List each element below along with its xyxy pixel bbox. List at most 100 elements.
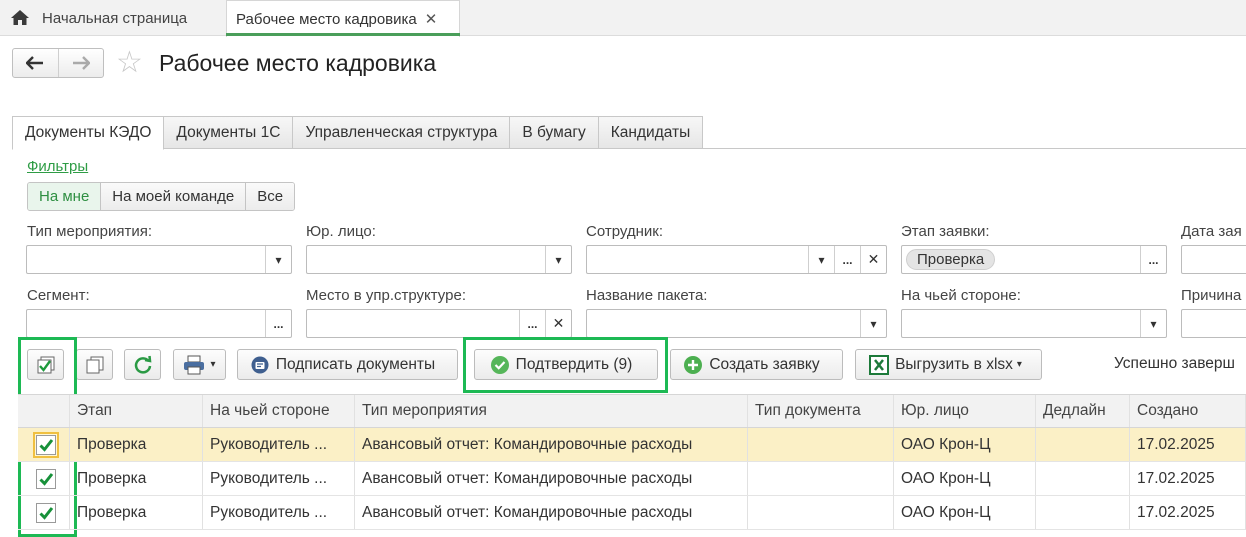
package-name-field[interactable]: ▾ [586,309,887,338]
row-checkbox-cell [18,462,70,495]
cell-event-type: Авансовый отчет: Командировочные расходы [355,496,748,529]
tab-hr-workplace-label: Рабочее место кадровика [236,10,417,28]
cell-whose-side: Руководитель ... [203,496,355,529]
table-row[interactable]: Проверка Руководитель ... Авансовый отче… [18,462,1246,496]
back-arrow-icon[interactable] [13,49,58,77]
cell-legal-entity: ОАО Крон-Ц [894,496,1036,529]
scope-mine[interactable]: На мне [28,183,101,210]
dropdown-arrow-icon[interactable]: ▾ [265,246,291,273]
tab-management-structure[interactable]: Управленческая структура [293,116,511,149]
dropdown-arrow-icon[interactable]: ▾ [1140,310,1166,337]
table-row[interactable]: Проверка Руководитель ... Авансовый отче… [18,428,1246,462]
segment-field[interactable]: ... [26,309,292,338]
row-checkbox-cell [18,496,70,529]
cell-stage: Проверка [70,462,203,495]
cell-created: 17.02.2025 [1130,496,1246,529]
forward-arrow-icon[interactable] [57,49,104,77]
uncheck-all-button[interactable] [76,349,113,380]
cell-stage: Проверка [70,496,203,529]
chevron-down-icon: ▾ [1016,359,1022,370]
select-more-icon[interactable]: ... [834,246,860,273]
cell-deadline [1036,496,1130,529]
event-type-field[interactable]: ▾ [26,245,292,274]
stage-chip[interactable]: Проверка [906,249,996,270]
excel-icon [869,354,890,375]
dropdown-arrow-icon[interactable]: ▾ [860,310,886,337]
package-name-label: Название пакета: [586,287,708,304]
employee-field[interactable]: ▾ ... ✕ [586,245,887,274]
date-field[interactable] [1181,245,1246,274]
col-whose-side[interactable]: На чьей стороне [203,395,355,427]
cell-legal-entity: ОАО Крон-Ц [894,428,1036,461]
col-event-type[interactable]: Тип мероприятия [355,395,748,427]
select-more-icon[interactable]: ... [265,310,291,337]
dropdown-arrow-icon[interactable]: ▾ [808,246,834,273]
sign-documents-button[interactable]: Подписать документы [237,349,458,380]
col-doc-type[interactable]: Тип документа [748,395,894,427]
close-icon[interactable]: ✕ [425,10,438,28]
cell-deadline [1036,462,1130,495]
nav-buttons [12,48,104,78]
stage-field[interactable]: Проверка ... [901,245,1167,274]
row-checkbox[interactable] [36,502,56,523]
cell-event-type: Авансовый отчет: Командировочные расходы [355,428,748,461]
printer-icon [184,355,205,374]
select-more-icon[interactable]: ... [519,310,545,337]
create-request-label: Создать заявку [709,355,820,373]
print-button[interactable]: ▾ [173,349,226,380]
tab-candidates[interactable]: Кандидаты [598,116,704,149]
section-tabs: Документы КЭДО Документы 1С Управленческ… [12,116,704,150]
tab-to-paper[interactable]: В бумагу [510,116,599,149]
whose-side-label: На чьей стороне: [901,287,1021,304]
reason-field[interactable] [1181,309,1246,338]
col-legal-entity[interactable]: Юр. лицо [894,395,1036,427]
org-place-label: Место в упр.структуре: [306,287,466,304]
checkmark-icon [39,472,54,486]
legal-entity-field[interactable]: ▾ [306,245,572,274]
table-row[interactable]: Проверка Руководитель ... Авансовый отче… [18,496,1246,530]
plus-circle-icon [684,355,703,374]
scope-switch: На мне На моей команде Все [27,182,296,211]
cell-event-type: Авансовый отчет: Командировочные расходы [355,462,748,495]
clear-icon[interactable]: ✕ [860,246,886,273]
cell-doc-type [748,462,894,495]
cell-deadline [1036,428,1130,461]
create-request-button[interactable]: Создать заявку [670,349,843,380]
filters-link[interactable]: Фильтры [27,158,88,175]
legal-entity-label: Юр. лицо: [306,223,376,240]
cell-created: 17.02.2025 [1130,428,1246,461]
page-title: Рабочее место кадровика [159,50,437,76]
segment-label: Сегмент: [27,287,90,304]
scope-my-team[interactable]: На моей команде [100,183,246,210]
dropdown-arrow-icon[interactable]: ▾ [545,246,571,273]
stage-label: Этап заявки: [901,223,990,240]
col-created[interactable]: Создано [1130,395,1246,427]
tab-1c-documents[interactable]: Документы 1С [164,116,294,149]
clear-icon[interactable]: ✕ [545,310,571,337]
event-type-label: Тип мероприятия: [27,223,153,240]
scope-all[interactable]: Все [245,183,295,210]
row-checkbox[interactable] [36,434,56,455]
select-more-icon[interactable]: ... [1140,246,1166,273]
refresh-button[interactable] [124,349,161,380]
cell-doc-type [748,428,894,461]
row-checkbox-cell [18,428,70,461]
export-xlsx-button[interactable]: Выгрузить в xlsx ▾ [855,349,1042,380]
tab-home[interactable]: Начальная страница [0,0,218,36]
tab-kedo-documents[interactable]: Документы КЭДО [12,116,165,150]
col-stage[interactable]: Этап [70,395,203,427]
whose-side-field[interactable]: ▾ [901,309,1167,338]
row-checkbox[interactable] [36,468,56,489]
sign-icon [251,356,269,373]
table-header: Этап На чьей стороне Тип мероприятия Тип… [18,394,1246,428]
reason-label: Причина [1181,287,1242,304]
tab-home-label: Начальная страница [42,9,188,27]
cell-whose-side: Руководитель ... [203,462,355,495]
documents-table: Этап На чьей стороне Тип мероприятия Тип… [18,394,1246,530]
org-place-field[interactable]: ... ✕ [306,309,572,338]
col-deadline[interactable]: Дедлайн [1036,395,1130,427]
cell-created: 17.02.2025 [1130,462,1246,495]
highlight-confirm-button [463,337,668,393]
favorite-star-icon[interactable]: ☆ [116,48,143,78]
tab-hr-workplace[interactable]: Рабочее место кадровика ✕ [226,0,460,37]
